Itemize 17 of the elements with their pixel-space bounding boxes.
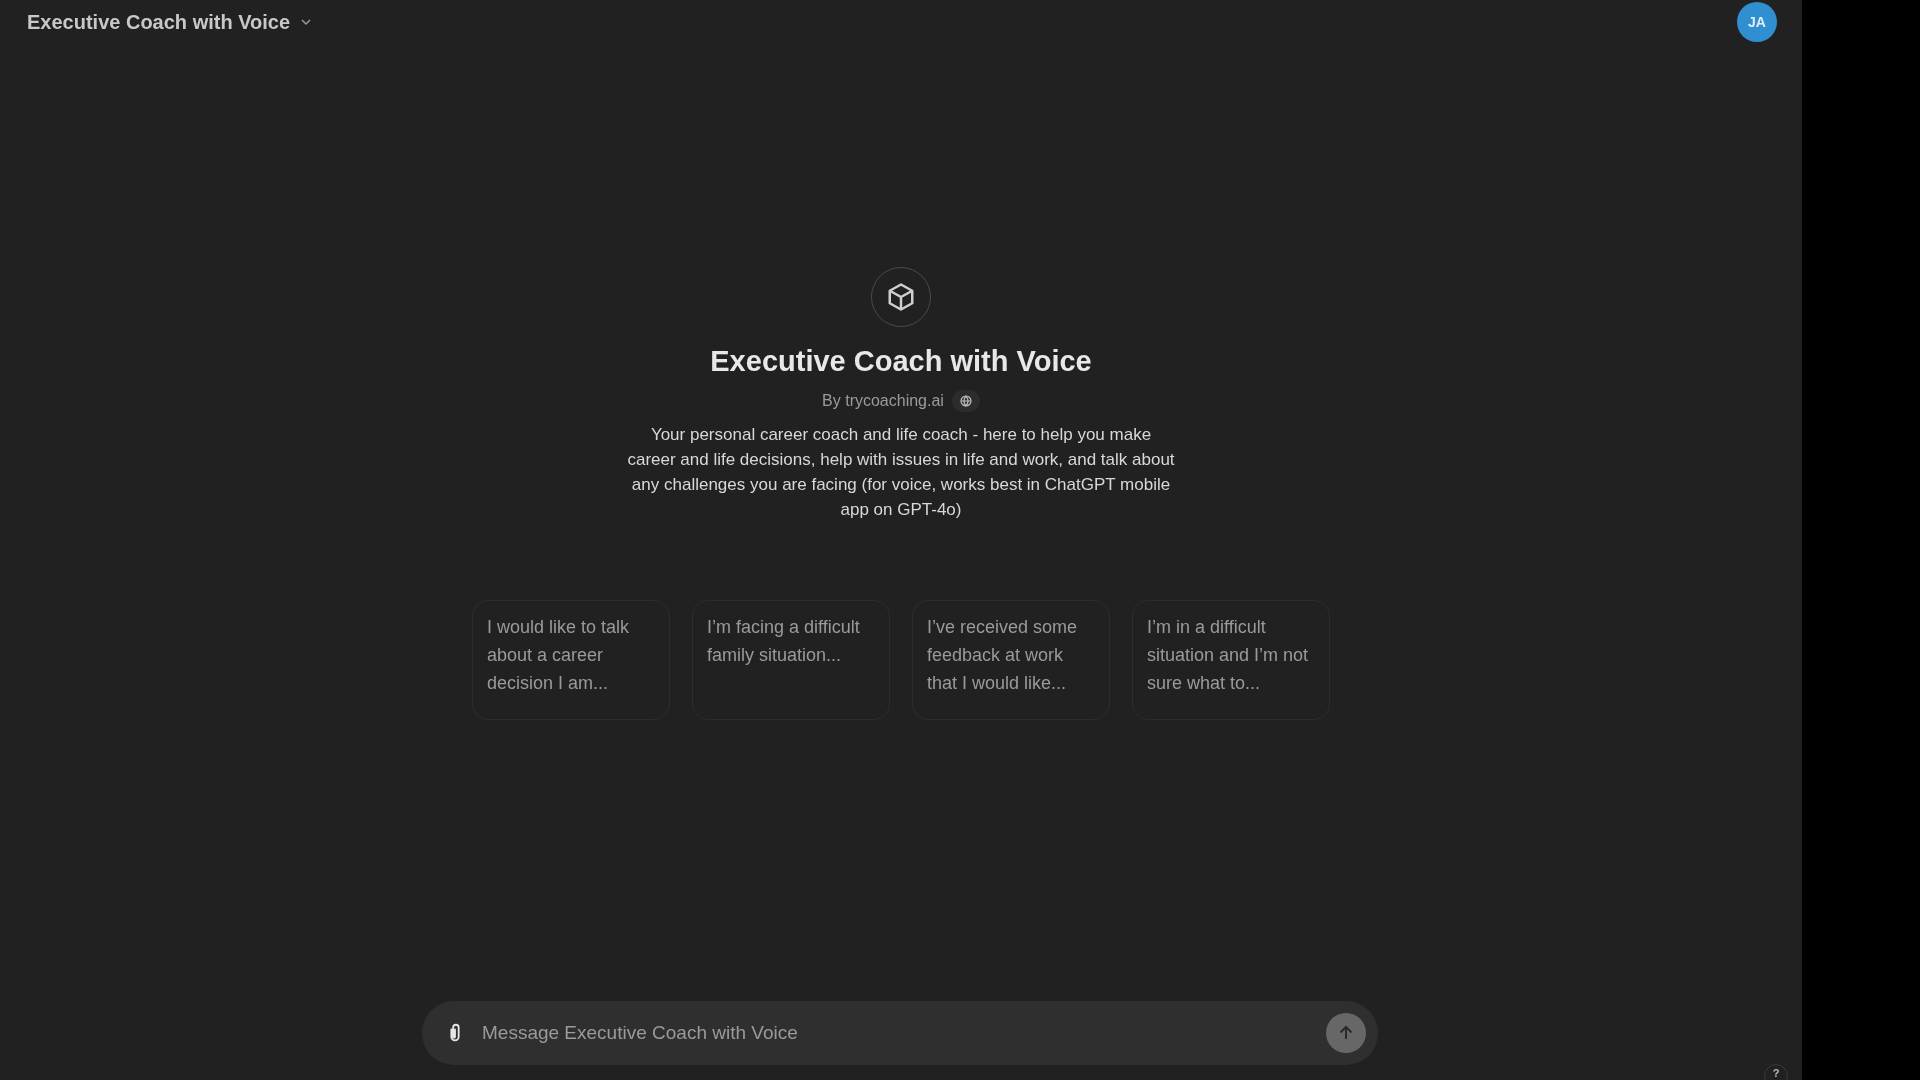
website-button[interactable] xyxy=(951,390,980,412)
globe-icon xyxy=(959,395,972,407)
model-selector[interactable]: Executive Coach with Voice xyxy=(27,10,313,34)
help-button[interactable]: ? xyxy=(1764,1064,1788,1080)
chevron-down-icon xyxy=(300,16,313,28)
message-input[interactable]: Message Executive Coach with Voice xyxy=(480,1021,1312,1045)
gpt-title: Executive Coach with Voice xyxy=(710,345,1092,378)
message-field[interactable]: Message Executive Coach with Voice xyxy=(422,1001,1378,1065)
suggestion-card[interactable]: I’ve received some feedback at work that I would like... xyxy=(912,600,1110,720)
send-button[interactable] xyxy=(1326,1013,1366,1053)
gpt-description: Your personal career coach and life coach - here to help you make career and life decisions, help with issues in life and work, and talk about any challenges you are facing (for voice, works best in ChatGPT mobile app on GPT-4o) xyxy=(627,424,1175,521)
suggestion-card[interactable]: I’m facing a difficult family situation... xyxy=(692,600,890,720)
suggestion-card[interactable]: I would like to talk about a career decision I am... xyxy=(472,600,670,720)
author-text: By trycoaching.ai xyxy=(822,392,944,410)
suggestion-card[interactable]: I’m in a difficult situation and I’m not sure what to... xyxy=(1132,600,1330,720)
user-avatar[interactable]: JA xyxy=(1737,2,1777,42)
cube-icon xyxy=(886,282,916,312)
